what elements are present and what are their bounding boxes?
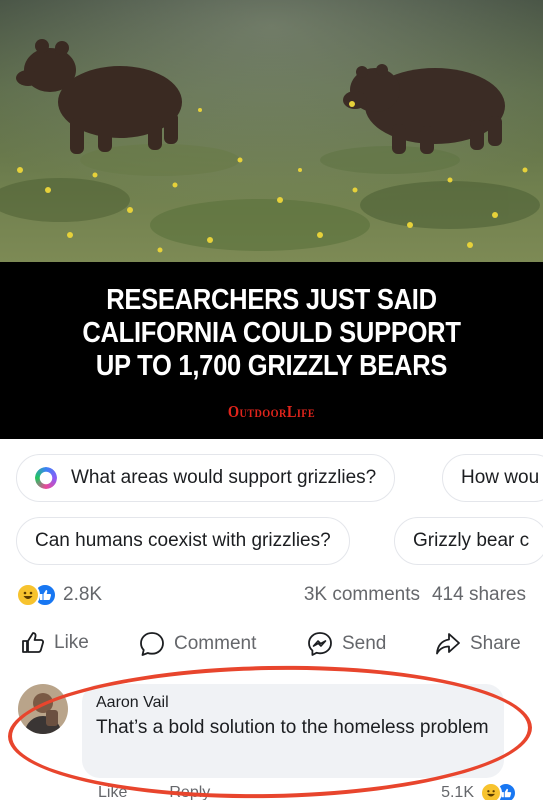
suggestion-row: What areas would support grizzlies? How … — [0, 454, 543, 502]
haha-reaction-icon — [480, 782, 502, 800]
comment-bubble[interactable]: Aaron Vail That’s a bold solution to the… — [82, 684, 504, 778]
comment-reactions[interactable]: 5.1K — [441, 782, 517, 800]
comment-like-link[interactable]: Like — [98, 784, 127, 800]
share-arrow-icon — [436, 633, 460, 655]
suggestion-chip[interactable]: What areas would support grizzlies? — [16, 454, 396, 502]
headline-line: UP TO 1,700 GRIZZLY BEARS — [95, 350, 448, 382]
post-stats: 2.8K 3K comments 414 shares — [0, 580, 543, 610]
avatar[interactable] — [18, 684, 68, 734]
suggestion-label: Can humans coexist with grizzlies? — [35, 530, 331, 551]
comment-text: That’s a bold solution to the homeless p… — [96, 717, 489, 738]
grizzly-bears-image — [0, 0, 543, 262]
like-label: Like — [54, 632, 89, 653]
suggestion-chip[interactable]: Grizzly bear c — [394, 517, 543, 565]
thumbs-up-icon — [22, 632, 44, 653]
post-action-bar: Like Comment Send Share — [0, 626, 543, 666]
headline-banner[interactable]: RESEARCHERS JUST SAID CALIFORNIA COULD S… — [0, 262, 543, 439]
post-photo[interactable] — [0, 0, 543, 262]
comment-button[interactable]: Comment — [138, 630, 256, 658]
headline: RESEARCHERS JUST SAID CALIFORNIA COULD S… — [33, 284, 511, 383]
speech-bubble-icon — [140, 632, 164, 656]
messenger-icon — [308, 632, 332, 656]
share-label: Share — [470, 633, 521, 654]
send-label: Send — [342, 633, 387, 654]
like-button[interactable]: Like — [20, 630, 89, 656]
headline-line: RESEARCHERS JUST SAID — [106, 284, 437, 316]
send-button[interactable]: Send — [306, 630, 386, 658]
suggestion-row: Can humans coexist with grizzlies? Grizz… — [0, 517, 543, 565]
shares-count[interactable]: 414 shares — [432, 584, 526, 606]
comments-count[interactable]: 3K comments — [304, 584, 420, 606]
share-button[interactable]: Share — [434, 630, 521, 658]
comment-label: Comment — [174, 633, 257, 654]
suggestion-chip[interactable]: How wou — [442, 454, 543, 502]
haha-reaction-icon — [16, 583, 40, 607]
reactions-summary[interactable]: 2.8K — [16, 583, 102, 607]
suggestion-label: Grizzly bear c — [413, 530, 530, 551]
profile-photo — [18, 684, 68, 734]
comment-reactions-count: 5.1K — [441, 784, 474, 800]
suggestion-label: How wou — [461, 467, 540, 488]
headline-line: CALIFORNIA COULD SUPPORT — [82, 317, 461, 349]
outdoor-life-logo: OutdoorLife — [227, 402, 316, 421]
reactions-count: 2.8K — [63, 584, 103, 605]
suggestion-chip[interactable]: Can humans coexist with grizzlies? — [16, 517, 350, 565]
comment-actions: Like Reply — [98, 784, 210, 800]
comment-reply-link[interactable]: Reply — [169, 784, 210, 800]
suggestion-label: What areas would support grizzlies? — [71, 467, 377, 488]
comment-author[interactable]: Aaron Vail — [96, 694, 490, 712]
ai-ring-icon — [35, 467, 57, 489]
